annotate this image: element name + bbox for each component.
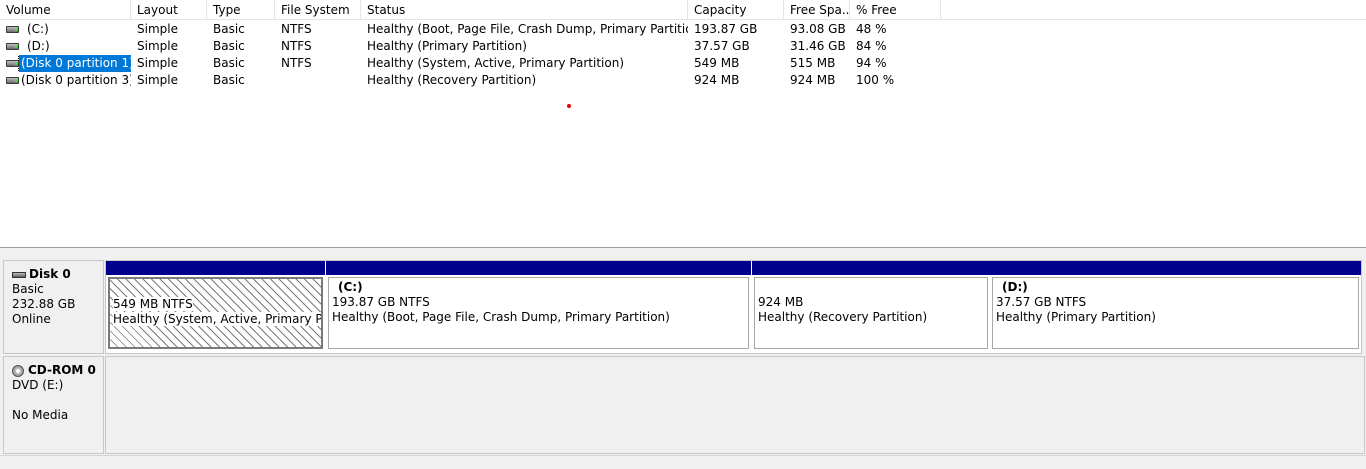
- volume-status: Healthy (System, Active, Primary Partiti…: [367, 56, 625, 70]
- disk-icon: [12, 271, 26, 278]
- column-header-status[interactable]: Status: [361, 0, 688, 20]
- volume-percent-free: 94 %: [856, 56, 887, 70]
- partition-bar: [106, 261, 325, 275]
- partition-name: (C:): [338, 280, 363, 294]
- volume-type: Basic: [213, 56, 245, 70]
- disk-map: Disk 0 Basic 232.88 GB Online 549 MB NTF…: [0, 256, 1366, 469]
- drive-icon: [6, 77, 19, 84]
- column-header-capacity[interactable]: Capacity: [688, 0, 784, 20]
- volume-name: (C:): [27, 22, 49, 36]
- drive-icon: [6, 26, 19, 33]
- cdrom0-drive: DVD (E:): [12, 378, 64, 392]
- volume-file-system: NTFS: [281, 22, 312, 36]
- status-bar: [0, 455, 1366, 469]
- cdrom-icon: [12, 364, 24, 377]
- volume-file-system: NTFS: [281, 39, 312, 53]
- volume-list[interactable]: Volume Layout Type File System Status Ca…: [0, 0, 1366, 248]
- column-header-layout[interactable]: Layout: [131, 0, 207, 20]
- column-header-volume[interactable]: Volume: [0, 0, 131, 20]
- cdrom0-state: No Media: [12, 408, 69, 422]
- disk0-state: Online: [12, 312, 51, 326]
- volume-status: Healthy (Boot, Page File, Crash Dump, Pr…: [367, 22, 688, 36]
- disk0-label[interactable]: Disk 0 Basic 232.88 GB Online: [3, 260, 104, 354]
- drive-icon: [6, 43, 19, 50]
- partition-body[interactable]: (D:) 37.57 GB NTFS Healthy (Primary Part…: [992, 277, 1359, 349]
- partition-system[interactable]: 549 MB NTFS Healthy (System, Active, Pri…: [106, 261, 325, 349]
- volume-layout: Simple: [137, 56, 178, 70]
- partition-bar: [990, 261, 1361, 275]
- partition-bar: [326, 261, 751, 275]
- column-header-type[interactable]: Type: [207, 0, 275, 20]
- volume-layout: Simple: [137, 39, 178, 53]
- drive-icon: [6, 60, 19, 67]
- volume-row-d[interactable]: (D:) Simple Basic NTFS Healthy (Primary …: [0, 38, 1366, 55]
- volume-capacity: 37.57 GB: [694, 39, 750, 53]
- partition-bar: [752, 261, 990, 275]
- cdrom0-title: CD-ROM 0: [28, 363, 96, 377]
- volume-layout: Simple: [137, 73, 178, 87]
- partition-name: (D:): [1002, 280, 1028, 294]
- volume-type: Basic: [213, 39, 245, 53]
- partition-size: 549 MB NTFS: [113, 297, 193, 311]
- column-header-percent-free[interactable]: % Free: [850, 0, 941, 20]
- volume-capacity: 924 MB: [694, 73, 740, 87]
- volume-status: Healthy (Recovery Partition): [367, 73, 537, 87]
- volume-free-space: 31.46 GB: [790, 39, 846, 53]
- volume-name: (Disk 0 partition 3): [21, 73, 131, 87]
- volume-percent-free: 84 %: [856, 39, 887, 53]
- partition-status: Healthy (Boot, Page File, Crash Dump, Pr…: [332, 310, 670, 324]
- partition-body[interactable]: (C:) 193.87 GB NTFS Healthy (Boot, Page …: [328, 277, 749, 349]
- partition-size: 37.57 GB NTFS: [996, 295, 1087, 309]
- partition-body-selected[interactable]: 549 MB NTFS Healthy (System, Active, Pri…: [108, 277, 323, 349]
- disk0-type: Basic: [12, 282, 44, 296]
- column-header-file-system[interactable]: File System: [275, 0, 361, 20]
- cursor-dot: [567, 104, 571, 108]
- partition-recovery[interactable]: 924 MB Healthy (Recovery Partition): [752, 261, 990, 349]
- volume-layout: Simple: [137, 22, 178, 36]
- partition-c[interactable]: (C:) 193.87 GB NTFS Healthy (Boot, Page …: [326, 261, 751, 349]
- volume-type: Basic: [213, 22, 245, 36]
- volume-name: (D:): [27, 39, 50, 53]
- partition-status: Healthy (Primary Partition): [996, 310, 1156, 324]
- disk0-partition-area: 549 MB NTFS Healthy (System, Active, Pri…: [105, 260, 1362, 354]
- volume-capacity: 549 MB: [694, 56, 740, 70]
- column-header-row: Volume Layout Type File System Status Ca…: [0, 0, 1366, 20]
- volume-free-space: 924 MB: [790, 73, 836, 87]
- volume-free-space: 93.08 GB: [790, 22, 846, 36]
- volume-percent-free: 100 %: [856, 73, 895, 87]
- volume-row-disk0-partition3[interactable]: (Disk 0 partition 3) Simple Basic Health…: [0, 72, 1366, 89]
- volume-free-space: 515 MB: [790, 56, 836, 70]
- volume-file-system: [275, 72, 361, 89]
- disk0-title: Disk 0: [29, 267, 71, 281]
- column-header-free-space[interactable]: Free Spa...: [784, 0, 850, 20]
- volume-row-disk0-partition1[interactable]: (Disk 0 partition 1) Simple Basic NTFS H…: [0, 55, 1366, 72]
- volume-file-system: NTFS: [281, 56, 312, 70]
- volume-name: (Disk 0 partition 1): [18, 55, 131, 72]
- partition-size: 924 MB: [758, 295, 804, 309]
- pane-splitter[interactable]: [0, 248, 1366, 256]
- disk0-size: 232.88 GB: [12, 297, 76, 311]
- volume-capacity: 193.87 GB: [694, 22, 758, 36]
- partition-size: 193.87 GB NTFS: [332, 295, 430, 309]
- partition-status: Healthy (Recovery Partition): [758, 310, 928, 324]
- cdrom0-label[interactable]: CD-ROM 0 DVD (E:) No Media: [3, 356, 104, 454]
- volume-type: Basic: [213, 73, 245, 87]
- cdrom0-area: [105, 356, 1365, 454]
- partition-d[interactable]: (D:) 37.57 GB NTFS Healthy (Primary Part…: [990, 261, 1361, 349]
- volume-row-c[interactable]: (C:) Simple Basic NTFS Healthy (Boot, Pa…: [0, 21, 1366, 38]
- volume-percent-free: 48 %: [856, 22, 887, 36]
- partition-body[interactable]: 924 MB Healthy (Recovery Partition): [754, 277, 988, 349]
- partition-status: Healthy (System, Active, Primary Partit: [113, 312, 321, 326]
- volume-status: Healthy (Primary Partition): [367, 39, 527, 53]
